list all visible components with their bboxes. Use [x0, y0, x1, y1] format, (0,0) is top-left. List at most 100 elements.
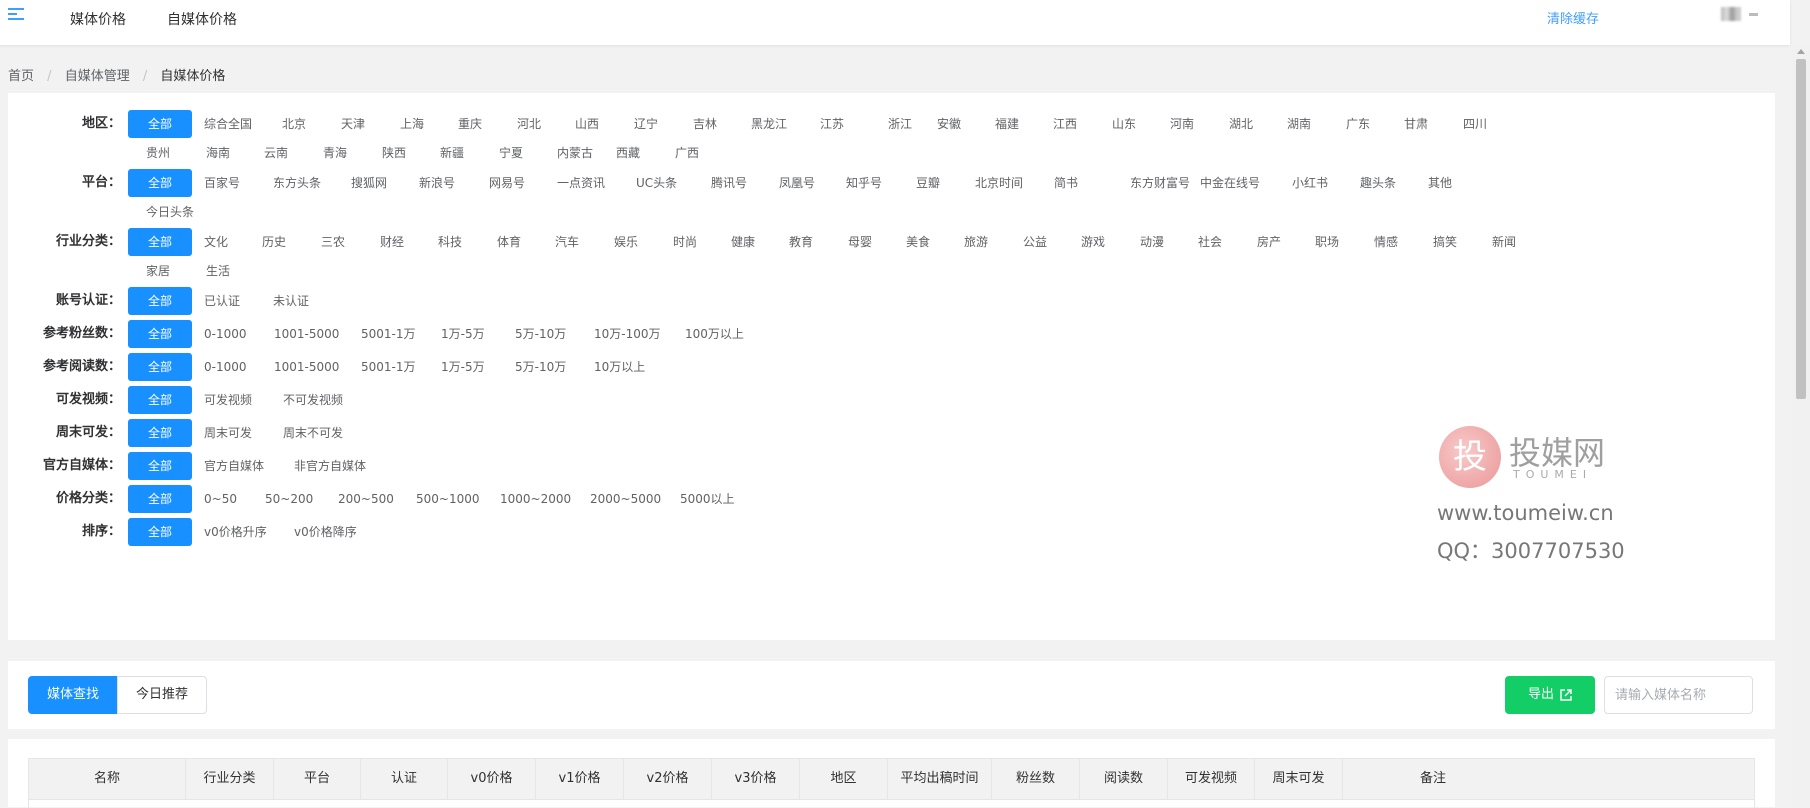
filter-option[interactable]: 三农 [321, 228, 345, 256]
tab-media-search[interactable]: 媒体查找 [28, 676, 118, 714]
filter-option[interactable]: 已认证 [204, 287, 240, 315]
filter-option[interactable]: 综合全国 [204, 110, 252, 138]
filter-option[interactable]: 河北 [517, 110, 541, 138]
filter-option[interactable]: 汽车 [555, 228, 579, 256]
filter-option[interactable]: 网易号 [489, 169, 525, 197]
filter-price-all-button[interactable]: 全部 [128, 485, 192, 513]
filter-option[interactable]: 中金在线号 [1200, 169, 1260, 197]
filter-option[interactable]: 辽宁 [634, 110, 658, 138]
filter-option[interactable]: 娱乐 [614, 228, 638, 256]
filter-option[interactable]: 天津 [341, 110, 365, 138]
filter-option[interactable]: 豆瓣 [916, 169, 940, 197]
filter-option[interactable]: 重庆 [458, 110, 482, 138]
filter-option[interactable]: 西藏 [616, 139, 640, 167]
filter-option[interactable]: 官方自媒体 [204, 452, 264, 480]
filter-option[interactable]: 100万以上 [685, 320, 744, 348]
filter-option[interactable]: 四川 [1463, 110, 1487, 138]
filter-option[interactable]: 500~1000 [416, 485, 480, 513]
filter-option[interactable]: 湖北 [1229, 110, 1253, 138]
filter-option[interactable]: 非官方自媒体 [294, 452, 366, 480]
filter-option[interactable]: 今日头条 [146, 198, 194, 226]
filter-option[interactable]: v0价格降序 [294, 518, 357, 546]
column-header[interactable]: 备注 [1343, 759, 1523, 799]
filter-option[interactable]: 1万-5万 [441, 353, 485, 381]
filter-option[interactable]: 北京时间 [975, 169, 1023, 197]
filter-option[interactable]: 体育 [497, 228, 521, 256]
filter-option[interactable]: 历史 [262, 228, 286, 256]
column-header[interactable]: v1价格 [536, 759, 624, 799]
nav-self-media-price[interactable]: 自媒体价格 [167, 9, 237, 29]
filter-option[interactable]: 1000~2000 [500, 485, 571, 513]
filter-option[interactable]: 江苏 [820, 110, 844, 138]
column-header[interactable]: v3价格 [712, 759, 800, 799]
filter-option[interactable]: 社会 [1198, 228, 1222, 256]
filter-option[interactable]: 简书 [1054, 169, 1078, 197]
filter-option[interactable]: 广东 [1346, 110, 1370, 138]
filter-option[interactable]: 10万以上 [594, 353, 645, 381]
nav-media-price[interactable]: 媒体价格 [70, 9, 126, 29]
filter-option[interactable]: 1万-5万 [441, 320, 485, 348]
filter-option[interactable]: 湖南 [1287, 110, 1311, 138]
page-scrollbar[interactable] [1792, 45, 1810, 807]
filter-option[interactable]: 情感 [1374, 228, 1398, 256]
filter-option[interactable]: 0-1000 [204, 353, 247, 381]
filter-option[interactable]: 其他 [1428, 169, 1452, 197]
filter-fans-all-button[interactable]: 全部 [128, 320, 192, 348]
filter-option[interactable]: 北京 [282, 110, 306, 138]
filter-option[interactable]: 可发视频 [204, 386, 252, 414]
column-header[interactable]: 周末可发 [1255, 759, 1343, 799]
media-name-search-input[interactable] [1604, 676, 1753, 714]
filter-option[interactable]: 时尚 [673, 228, 697, 256]
filter-option[interactable]: 云南 [264, 139, 288, 167]
filter-option[interactable]: 搞笑 [1433, 228, 1457, 256]
filter-option[interactable]: 5万-10万 [515, 353, 566, 381]
filter-option[interactable]: 宁夏 [499, 139, 523, 167]
filter-option[interactable]: 50~200 [265, 485, 313, 513]
filter-option[interactable]: 1001-5000 [274, 353, 339, 381]
column-header[interactable]: 认证 [361, 759, 448, 799]
filter-option[interactable]: 河南 [1170, 110, 1194, 138]
filter-verify-all-button[interactable]: 全部 [128, 287, 192, 315]
filter-option[interactable]: 海南 [206, 139, 230, 167]
filter-option[interactable]: 搜狐网 [351, 169, 387, 197]
filter-option[interactable]: 200~500 [338, 485, 394, 513]
filter-option[interactable]: 上海 [400, 110, 424, 138]
filter-option[interactable]: 1001-5000 [274, 320, 339, 348]
filter-platform-all-button[interactable]: 全部 [128, 169, 192, 197]
filter-option[interactable]: 内蒙古 [557, 139, 593, 167]
column-header[interactable]: 平均出稿时间 [888, 759, 992, 799]
breadcrumb-self-media-management[interactable]: 自媒体管理 [65, 69, 130, 84]
filter-option[interactable]: 生活 [206, 257, 230, 285]
filter-option[interactable]: 江西 [1053, 110, 1077, 138]
filter-option[interactable]: 福建 [995, 110, 1019, 138]
column-header[interactable]: 阅读数 [1080, 759, 1168, 799]
filter-option[interactable]: 房产 [1257, 228, 1281, 256]
filter-option[interactable]: 腾讯号 [711, 169, 747, 197]
filter-option[interactable]: 5万-10万 [515, 320, 566, 348]
filter-option[interactable]: v0价格升序 [204, 518, 267, 546]
filter-option[interactable]: 广西 [675, 139, 699, 167]
column-header[interactable]: v0价格 [448, 759, 536, 799]
filter-option[interactable]: 安徽 [937, 110, 961, 138]
filter-region-all-button[interactable]: 全部 [128, 110, 192, 138]
column-header[interactable]: 平台 [274, 759, 361, 799]
filter-option[interactable]: 0-1000 [204, 320, 247, 348]
filter-option[interactable]: 旅游 [964, 228, 988, 256]
filter-option[interactable]: 文化 [204, 228, 228, 256]
filter-reads-all-button[interactable]: 全部 [128, 353, 192, 381]
filter-option[interactable]: 周末可发 [204, 419, 252, 447]
filter-option[interactable]: 职场 [1315, 228, 1339, 256]
filter-option[interactable]: 5000以上 [680, 485, 735, 513]
filter-option[interactable]: 贵州 [146, 139, 170, 167]
filter-option[interactable]: 趣头条 [1360, 169, 1396, 197]
filter-option[interactable]: 浙江 [888, 110, 912, 138]
user-menu-icon[interactable] [1749, 13, 1758, 16]
filter-option[interactable]: 吉林 [693, 110, 717, 138]
filter-option[interactable]: 科技 [438, 228, 462, 256]
column-header[interactable]: 粉丝数 [992, 759, 1080, 799]
filter-option[interactable]: 5001-1万 [361, 320, 416, 348]
filter-option[interactable]: 知乎号 [846, 169, 882, 197]
filter-option[interactable]: 百家号 [204, 169, 240, 197]
filter-option[interactable]: 动漫 [1140, 228, 1164, 256]
filter-option[interactable]: 游戏 [1081, 228, 1105, 256]
